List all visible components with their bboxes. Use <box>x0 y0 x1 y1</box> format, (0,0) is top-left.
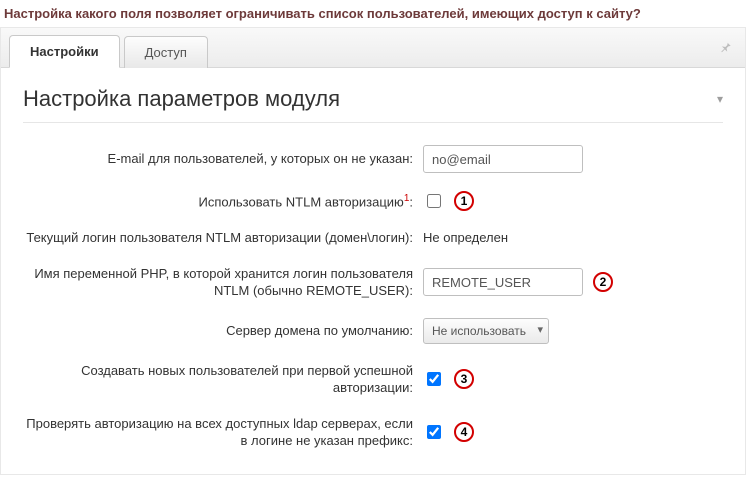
tab-bar: Настройки Доступ <box>1 28 745 68</box>
create-users-checkbox[interactable] <box>427 372 441 386</box>
ntlm-use-label: Использовать NTLM авторизацию1: <box>23 192 423 211</box>
email-input[interactable] <box>423 145 583 173</box>
marker-2: 2 <box>593 272 613 292</box>
tab-access[interactable]: Доступ <box>124 36 208 68</box>
domain-server-select[interactable]: Не использовать <box>423 318 549 344</box>
php-var-label: Имя переменной PHP, в которой хранится л… <box>23 265 423 300</box>
panel-title: Настройка параметров модуля <box>23 86 340 112</box>
check-ldap-checkbox[interactable] <box>427 425 441 439</box>
pin-icon[interactable] <box>719 40 733 57</box>
marker-1: 1 <box>454 191 474 211</box>
email-label: E-mail для пользователей, у которых он н… <box>23 150 423 168</box>
marker-3: 3 <box>454 369 474 389</box>
marker-4: 4 <box>454 422 474 442</box>
create-users-label: Создавать новых пользователей при первой… <box>23 362 423 397</box>
ntlm-current-label: Текущий логин пользователя NTLM авториза… <box>23 229 423 247</box>
domain-server-label: Сервер домена по умолчанию: <box>23 322 423 340</box>
ntlm-use-checkbox[interactable] <box>427 194 441 208</box>
ntlm-current-value: Не определен <box>423 230 508 245</box>
tab-settings[interactable]: Настройки <box>9 35 120 68</box>
question-heading: Настройка какого поля позволяет ограничи… <box>0 0 746 27</box>
settings-panel: Настройка параметров модуля ▾ E-mail для… <box>1 68 745 474</box>
php-var-input[interactable] <box>423 268 583 296</box>
chevron-down-icon[interactable]: ▾ <box>717 92 723 106</box>
check-ldap-label: Проверять авторизацию на всех доступных … <box>23 415 423 450</box>
